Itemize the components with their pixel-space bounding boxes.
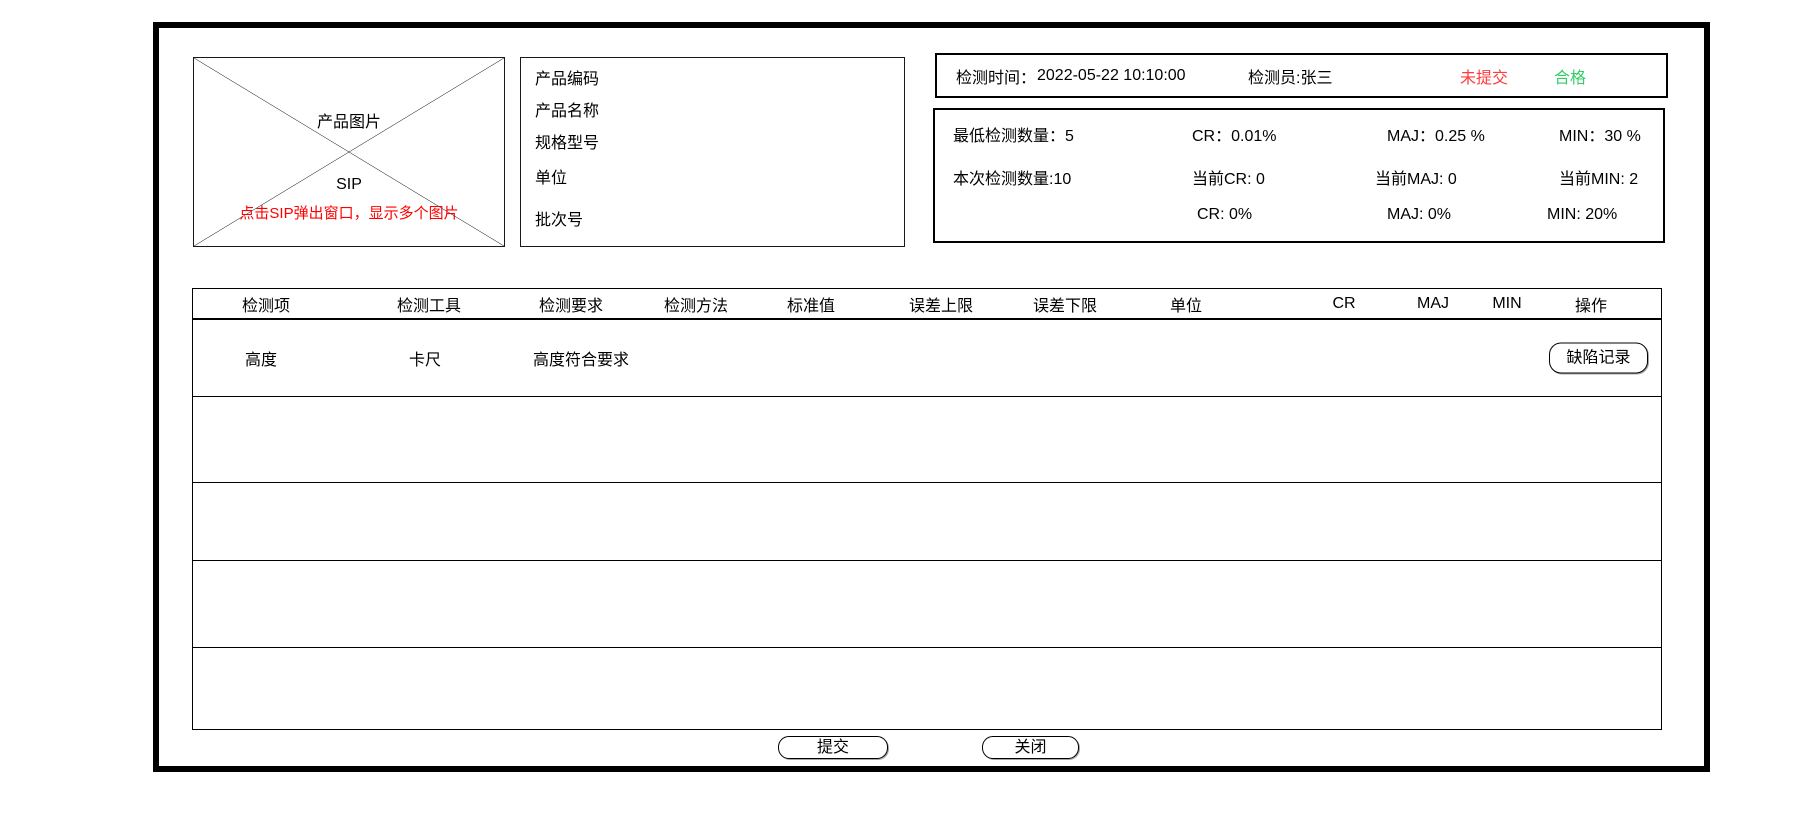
cell-requirement: 高度符合要求 bbox=[533, 346, 629, 370]
product-fields-panel: 产品编码 产品名称 规格型号 单位 批次号 bbox=[520, 57, 905, 247]
inspection-time-label: 检测时间： bbox=[956, 64, 1036, 88]
product-image-title: 产品图片 bbox=[194, 108, 504, 132]
table-row bbox=[193, 397, 1661, 483]
inspection-stats-panel: 最低检测数量：5 CR：0.01% MAJ：0.25 % MIN：30 % 本次… bbox=[933, 108, 1665, 243]
stat-current-min: 当前MIN: 2 bbox=[1559, 165, 1638, 189]
status-unsubmitted-badge: 未提交 bbox=[1460, 64, 1508, 88]
col-header-unit: 单位 bbox=[1170, 292, 1202, 316]
field-label-unit: 单位 bbox=[535, 164, 567, 188]
inspector-name: 检测员:张三 bbox=[1248, 64, 1332, 88]
field-label-product-name: 产品名称 bbox=[535, 97, 599, 121]
col-header-cr: CR bbox=[1332, 295, 1355, 313]
cell-tool: 卡尺 bbox=[409, 346, 441, 370]
cell-item: 高度 bbox=[245, 346, 277, 370]
stat-min-limit: MIN：30 % bbox=[1559, 122, 1641, 146]
sip-label[interactable]: SIP bbox=[194, 176, 504, 194]
stat-current-cr: 当前CR: 0 bbox=[1192, 165, 1265, 189]
sip-hint-text: 点击SIP弹出窗口，显示多个图片 bbox=[194, 202, 504, 223]
stat-cr-rate: CR: 0% bbox=[1197, 206, 1252, 224]
product-image-placeholder[interactable]: 产品图片 SIP 点击SIP弹出窗口，显示多个图片 bbox=[193, 57, 505, 247]
col-header-maj: MAJ bbox=[1417, 295, 1449, 313]
col-header-tool: 检测工具 bbox=[397, 292, 461, 316]
submit-button[interactable]: 提交 bbox=[778, 736, 888, 759]
col-header-method: 检测方法 bbox=[664, 292, 728, 316]
status-qualified-badge: 合格 bbox=[1554, 64, 1586, 88]
table-row: 高度 卡尺 高度符合要求 缺陷记录 bbox=[193, 320, 1661, 397]
table-row bbox=[193, 648, 1661, 730]
table-row bbox=[193, 561, 1661, 648]
stat-cr-limit: CR：0.01% bbox=[1192, 122, 1276, 146]
stat-min-rate: MIN: 20% bbox=[1547, 206, 1617, 224]
inspection-info-bar: 检测时间： 2022-05-22 10:10:00 检测员:张三 未提交 合格 bbox=[935, 53, 1668, 98]
stat-current-inspect-qty: 本次检测数量:10 bbox=[953, 165, 1071, 189]
close-button[interactable]: 关闭 bbox=[982, 736, 1079, 759]
col-header-requirement: 检测要求 bbox=[539, 292, 603, 316]
col-header-upper-limit: 误差上限 bbox=[909, 292, 973, 316]
col-header-item: 检测项 bbox=[242, 292, 290, 316]
inspection-time-value: 2022-05-22 10:10:00 bbox=[1037, 67, 1186, 85]
col-header-action: 操作 bbox=[1575, 292, 1607, 316]
table-header-row: 检测项 检测工具 检测要求 检测方法 标准值 误差上限 误差下限 单位 CR M… bbox=[193, 289, 1661, 320]
stat-maj-limit: MAJ：0.25 % bbox=[1387, 122, 1485, 146]
field-label-product-code: 产品编码 bbox=[535, 65, 599, 89]
table-row bbox=[193, 483, 1661, 561]
stat-current-maj: 当前MAJ: 0 bbox=[1375, 165, 1457, 189]
col-header-standard: 标准值 bbox=[787, 292, 835, 316]
defect-record-button[interactable]: 缺陷记录 bbox=[1549, 343, 1648, 374]
inspection-items-table: 检测项 检测工具 检测要求 检测方法 标准值 误差上限 误差下限 单位 CR M… bbox=[192, 288, 1662, 730]
col-header-min: MIN bbox=[1492, 295, 1521, 313]
stat-maj-rate: MAJ: 0% bbox=[1387, 206, 1451, 224]
col-header-lower-limit: 误差下限 bbox=[1033, 292, 1097, 316]
stat-min-inspect-qty: 最低检测数量：5 bbox=[953, 122, 1074, 146]
field-label-batch-number: 批次号 bbox=[535, 206, 583, 230]
field-label-spec-model: 规格型号 bbox=[535, 129, 599, 153]
